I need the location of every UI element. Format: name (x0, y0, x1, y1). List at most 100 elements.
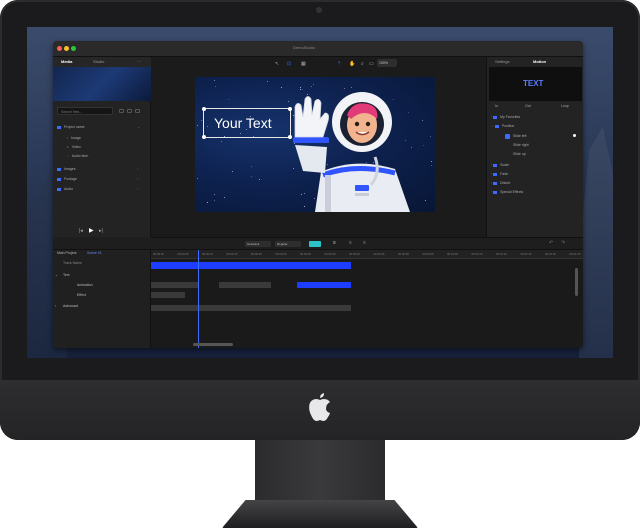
color-swatch[interactable] (309, 241, 321, 247)
add-icon[interactable] (135, 109, 140, 113)
horizontal-scrollbar[interactable] (193, 343, 233, 346)
tree-item-images[interactable]: Images (57, 167, 75, 171)
align-left-icon[interactable]: ≡ (333, 240, 336, 246)
track-text[interactable]: Text (63, 273, 69, 277)
chevron-down-icon[interactable]: ⌄ (137, 124, 140, 129)
timeline-ruler[interactable]: 00:00:00 00:00:05 00:00:10 00:00:15 00:00:20… (151, 250, 583, 259)
next-frame-icon[interactable]: ▸| (99, 228, 103, 234)
chevron-right-icon[interactable]: › (137, 186, 138, 191)
row-slide-up[interactable]: Slide up (513, 152, 526, 156)
ruler-tick: 00:01:10 (496, 252, 507, 256)
minimize-icon[interactable] (64, 46, 69, 51)
stand-foot (222, 500, 418, 528)
tab-media[interactable]: Media (61, 59, 72, 64)
folder-icon (57, 177, 61, 181)
ruler-tick: 00:01:05 (471, 252, 483, 256)
tab-scene[interactable]: Scene 01 (87, 251, 102, 255)
select-tool-icon[interactable]: ⇡ (337, 61, 341, 67)
tab-settings[interactable]: Settings (495, 59, 509, 64)
tree-item-project[interactable]: Project name (57, 125, 85, 129)
clip-animation-c[interactable] (297, 282, 351, 288)
image-icon: ▪ (67, 136, 69, 140)
row-favorites[interactable]: › My Favorites (491, 115, 520, 119)
pointer-icon[interactable]: ↖ (275, 61, 279, 67)
track-list: Main Project Scene 01 Track Name ⌄ Text … (53, 250, 151, 348)
close-icon[interactable] (57, 46, 62, 51)
redo-icon[interactable]: ↷ (561, 240, 565, 246)
grid-view-icon[interactable] (127, 109, 132, 113)
tree-item-image[interactable]: ▪ Image (67, 136, 81, 140)
playhead[interactable] (198, 250, 199, 348)
folder-icon (57, 167, 61, 171)
subtab-loop[interactable]: Loop (561, 104, 569, 108)
ruler-tick: 00:00:45 (373, 252, 385, 256)
tree-item-audio[interactable]: ♪ Audio item (67, 154, 88, 158)
video-icon: ▸ (67, 145, 69, 149)
track-animation[interactable]: Animation (77, 283, 93, 287)
media-preview (53, 67, 151, 101)
crop-icon[interactable]: ⊡ (287, 61, 291, 67)
search-input[interactable]: Search files... (57, 107, 113, 115)
text-toolbar: Helvetica Regular ≡ ≡ ≡ ↶ ↷ (151, 237, 583, 249)
row-distort[interactable]: › Distort (491, 181, 510, 185)
ruler-tick: 00:00:30 (300, 252, 311, 256)
video-canvas[interactable]: Your Text (195, 77, 435, 212)
ruler-tick: 00:01:25 (569, 252, 581, 256)
track-header: Track Name (63, 261, 82, 265)
row-position[interactable]: ⌄ Position (491, 124, 514, 128)
row-special-effects[interactable]: › Special Effects (491, 190, 523, 194)
checkbox-slide-left[interactable] (505, 134, 510, 139)
clip-animation-a[interactable] (151, 282, 199, 288)
track-astronaut[interactable]: Astronaut (63, 304, 78, 308)
maximize-icon[interactable] (71, 46, 76, 51)
clip-astronaut[interactable] (151, 305, 351, 311)
frame-icon[interactable]: ▭ (369, 61, 374, 67)
undo-icon[interactable]: ↶ (549, 240, 553, 246)
row-scale[interactable]: › Scale (491, 163, 509, 167)
folder-icon (493, 115, 498, 119)
window-title: DemoStudio (293, 45, 316, 50)
ruler-tick: 00:00:00 (153, 252, 164, 256)
align-right-icon[interactable]: ≡ (363, 240, 366, 246)
chevron-right-icon[interactable]: › (137, 176, 138, 181)
prev-frame-icon[interactable]: |◂ (79, 228, 83, 234)
list-view-icon[interactable] (119, 109, 124, 113)
tab-studio[interactable]: Studio (93, 59, 104, 64)
hand-tool-icon[interactable]: ✋ (349, 61, 355, 67)
font-family-select[interactable]: Helvetica (245, 241, 271, 247)
row-slide-right[interactable]: Slide right (513, 143, 529, 147)
tree-item-audio-folder[interactable]: Audio (57, 187, 73, 191)
tree-item-footage[interactable]: Footage (57, 177, 77, 181)
ruler-tick: 00:00:35 (324, 252, 336, 256)
tab-motion[interactable]: Motion (533, 59, 546, 64)
vertical-scrollbar[interactable] (575, 268, 578, 296)
imac: DemoStudio Media Studio ··· Search files… (0, 0, 640, 529)
media-tabs: Media Studio ··· (53, 57, 151, 67)
clip-animation-b[interactable] (219, 282, 271, 288)
layout-icon[interactable]: ▦ (301, 61, 306, 67)
play-icon[interactable]: ▶ (89, 227, 94, 234)
wallpaper-mountain-right (579, 127, 613, 358)
tree-item-video[interactable]: ▸ Video (67, 145, 81, 149)
clip-effect[interactable] (151, 292, 185, 298)
chevron-down-icon[interactable]: ⌄ (55, 273, 58, 277)
align-center-icon[interactable]: ≡ (349, 240, 352, 246)
chevron-right-icon[interactable]: › (55, 304, 56, 308)
clip-text[interactable] (151, 262, 351, 269)
row-slide-left[interactable]: Slide left (513, 134, 526, 138)
tab-main-project[interactable]: Main Project (57, 251, 76, 255)
chevron-right-icon[interactable]: › (137, 166, 138, 171)
subtab-out[interactable]: Out (525, 104, 531, 108)
track-effect[interactable]: Effect (77, 293, 86, 297)
zoom-select[interactable]: 100% (377, 59, 397, 67)
row-fade[interactable]: › Fade (491, 172, 508, 176)
screen: DemoStudio Media Studio ··· Search files… (27, 27, 613, 358)
font-weight-select[interactable]: Regular (275, 241, 301, 247)
zoom-tool-icon[interactable]: ⌕ (361, 61, 364, 67)
folder-icon (493, 181, 498, 185)
subtab-in[interactable]: In (495, 104, 498, 108)
ruler-tick: 00:00:50 (398, 252, 409, 256)
preview-panel: ↖ ⊡ ▦ ⇡ ✋ ⌕ ▭ 100% Your Text (151, 57, 486, 237)
ruler-tick: 00:00:55 (422, 252, 434, 256)
more-icon[interactable]: ··· (137, 59, 141, 64)
